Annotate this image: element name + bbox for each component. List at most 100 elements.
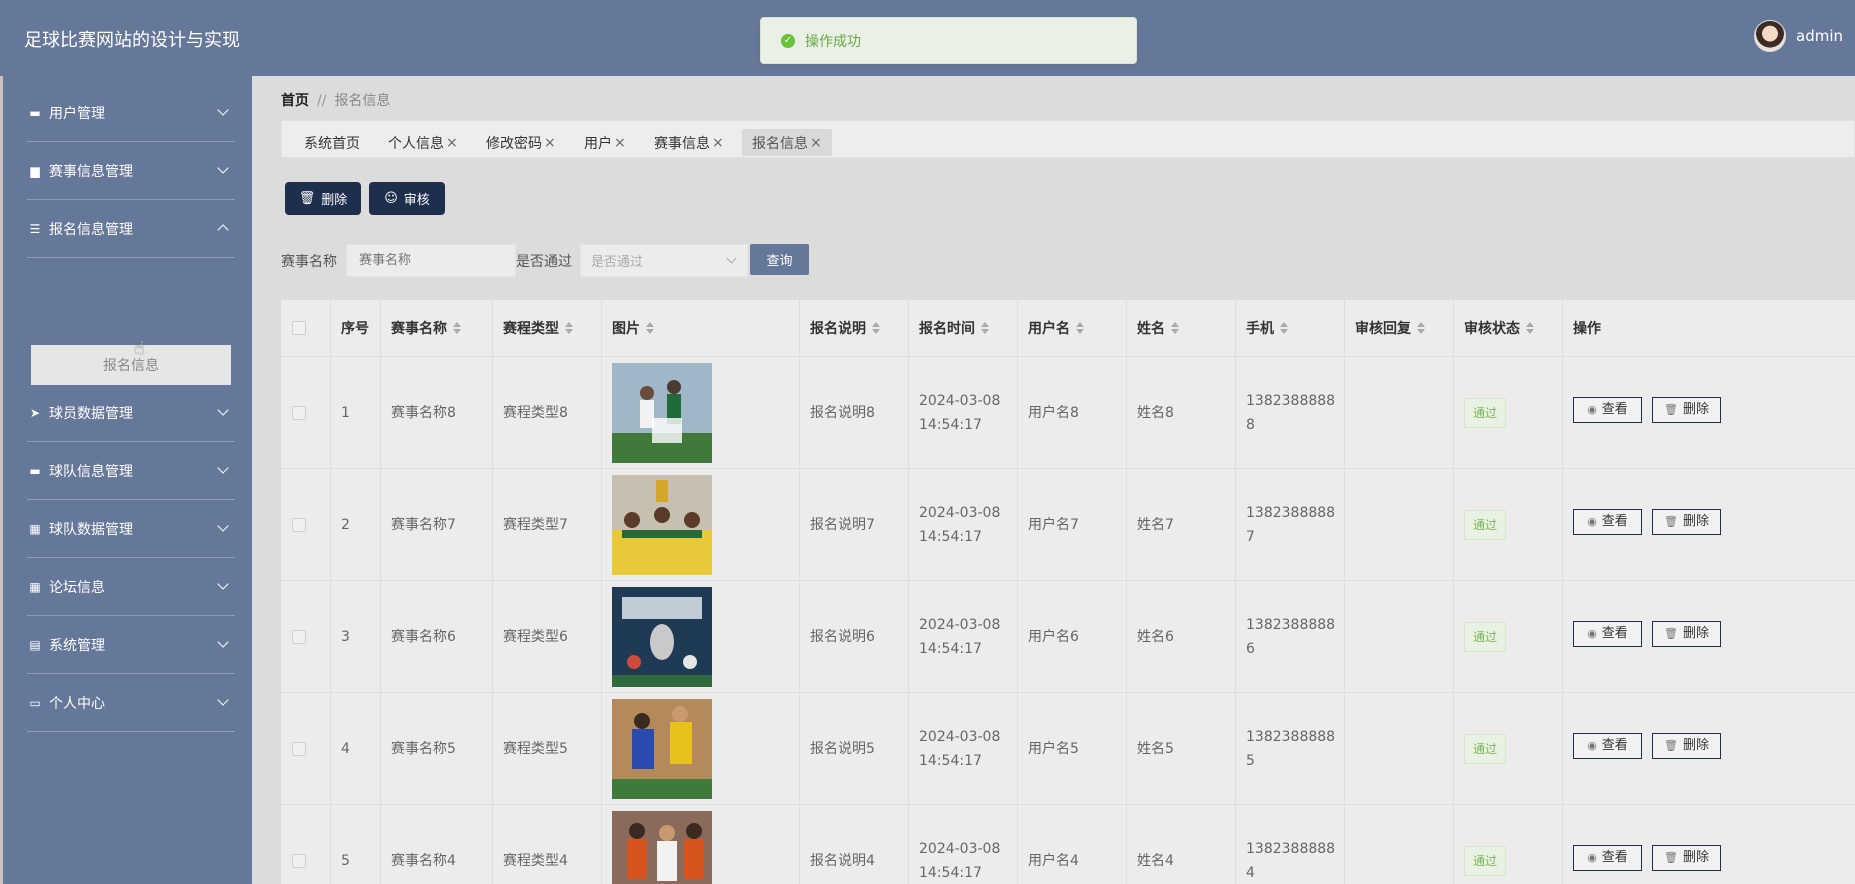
match-photo[interactable] [612,475,712,575]
cell-realname: 姓名4 [1127,805,1236,884]
cell-no: 5 [331,805,381,884]
sort-icon[interactable] [981,322,989,334]
user-menu[interactable]: admin [1754,20,1843,52]
view-button[interactable]: ◉ 查看 [1573,509,1642,535]
tab-registration-info[interactable]: 报名信息 × [742,129,832,156]
row-delete-button[interactable]: 🗑 删除 [1652,509,1721,535]
cell-image [602,357,800,469]
cell-time: 2024-03-08 14:54:17 [909,469,1018,581]
sort-icon[interactable] [1417,322,1425,334]
tab-home[interactable]: 系统首页 [294,129,370,156]
delete-button[interactable]: 🗑 删除 [285,182,361,215]
row-checkbox-cell [281,581,331,693]
row-checkbox[interactable] [292,630,306,644]
delete-button-label: 删除 [321,193,348,208]
breadcrumb-current: 报名信息 [334,93,391,109]
tab-match-info[interactable]: 赛事信息 × [644,129,734,156]
avatar[interactable] [1754,20,1786,52]
pass-select[interactable]: 是否通过 [580,244,748,277]
cell-type: 赛程类型6 [493,581,602,693]
sidebar-item-registration-management[interactable]: ☰ 报名信息管理 [27,200,235,258]
column-header[interactable]: 图片 [602,300,800,356]
breadcrumb-separator: // [317,93,327,109]
cell-username: 用户名4 [1018,805,1127,884]
sort-icon[interactable] [872,322,880,334]
sidebar-item-user-management[interactable]: ▬ 用户管理 [27,84,235,142]
row-checkbox[interactable] [292,518,306,532]
sort-icon[interactable] [1280,322,1288,334]
column-header[interactable]: 赛事名称 [381,300,493,356]
match-photo[interactable] [612,699,712,799]
cell-phone: 1382388888 6 [1236,581,1345,693]
column-header[interactable]: 报名说明 [800,300,909,356]
tab-label: 报名信息 [752,135,808,152]
breadcrumb-home[interactable]: 首页 [281,93,309,109]
close-icon[interactable]: × [544,135,556,151]
cell-realname: 姓名6 [1127,581,1236,693]
match-name-input[interactable] [346,244,516,277]
sidebar-item-label: 球队数据管理 [49,521,133,538]
column-header[interactable]: 用户名 [1018,300,1127,356]
column-header[interactable]: 姓名 [1127,300,1236,356]
tab-personal-info[interactable]: 个人信息 × [378,129,468,156]
match-photo[interactable] [612,811,712,884]
match-photo[interactable] [612,587,712,687]
sidebar-item-personal-center[interactable]: ▭ 个人中心 [27,674,235,732]
view-button[interactable]: ◉ 查看 [1573,733,1642,759]
cell-description: 报名说明8 [800,357,909,469]
trash-icon: 🗑 [1664,403,1678,416]
sidebar-item-team-info[interactable]: ▬ 球队信息管理 [27,442,235,500]
tab-change-password[interactable]: 修改密码 × [476,129,566,156]
row-checkbox-cell [281,357,331,469]
query-button[interactable]: 查询 [750,244,809,275]
cell-type: 赛程类型5 [493,693,602,805]
cell-actions: ◉ 查看 🗑 删除 [1563,469,1855,581]
view-button[interactable]: ◉ 查看 [1573,397,1642,423]
close-icon[interactable]: × [614,135,626,151]
tab-label: 修改密码 [486,135,542,152]
sidebar-item-system[interactable]: ▤ 系统管理 [27,616,235,674]
close-icon[interactable]: × [712,135,724,151]
row-delete-button[interactable]: 🗑 删除 [1652,621,1721,647]
sidebar-item-team-data[interactable]: ▦ 球队数据管理 [27,500,235,558]
sort-icon[interactable] [1171,322,1179,334]
row-checkbox[interactable] [292,406,306,420]
user-icon: ☺ [384,191,398,206]
sidebar-item-match-management[interactable]: ▆ 赛事信息管理 [27,142,235,200]
row-delete-button[interactable]: 🗑 删除 [1652,397,1721,423]
audit-button[interactable]: ☺ 审核 [369,182,445,215]
submenu-registration-info[interactable]: 报名信息 [31,345,231,385]
view-button[interactable]: ◉ 查看 [1573,845,1642,871]
cell-type: 赛程类型7 [493,469,602,581]
select-all-checkbox[interactable] [292,321,306,335]
row-delete-button[interactable]: 🗑 删除 [1652,733,1721,759]
cell-realname: 姓名8 [1127,357,1236,469]
cell-match-name: 赛事名称6 [381,581,493,693]
row-checkbox[interactable] [292,742,306,756]
cell-status: 通过 [1454,469,1563,581]
sort-icon[interactable] [1076,322,1084,334]
sort-icon[interactable] [453,322,461,334]
view-button[interactable]: ◉ 查看 [1573,621,1642,647]
sidebar-item-label: 论坛信息 [49,579,105,596]
row-checkbox[interactable] [292,854,306,868]
sidebar-item-player-data[interactable]: ➤ 球员数据管理 [27,384,235,442]
match-photo[interactable] [612,363,712,463]
column-header[interactable]: 赛程类型 [493,300,602,356]
sort-icon[interactable] [565,322,573,334]
sort-icon[interactable] [646,322,654,334]
cell-phone: 1382388888 8 [1236,357,1345,469]
close-icon[interactable]: × [446,135,458,151]
sidebar-item-forum[interactable]: ▦ 论坛信息 [27,558,235,616]
column-header[interactable]: 手机 [1236,300,1345,356]
grid-icon: ▦ [29,579,41,594]
chevron-down-icon [217,578,229,590]
column-header[interactable]: 审核回复 [1345,300,1454,356]
sort-icon[interactable] [1526,322,1534,334]
column-header[interactable]: 审核状态 [1454,300,1563,356]
tab-user[interactable]: 用户 × [574,129,636,156]
row-delete-button[interactable]: 🗑 删除 [1652,845,1721,871]
close-icon[interactable]: × [810,135,822,151]
cell-match-name: 赛事名称8 [381,357,493,469]
column-header[interactable]: 报名时间 [909,300,1018,356]
